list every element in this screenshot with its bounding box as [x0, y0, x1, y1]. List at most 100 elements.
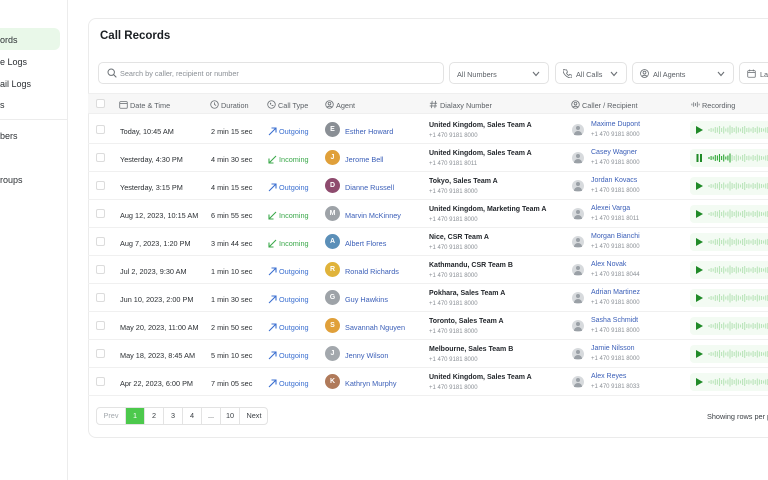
- play-icon[interactable]: [696, 126, 703, 134]
- waveform-icon[interactable]: [708, 236, 768, 248]
- recording-player[interactable]: [690, 233, 768, 251]
- page-1-button[interactable]: 1: [126, 408, 145, 424]
- page-10-button[interactable]: 10: [221, 408, 240, 424]
- recording-player[interactable]: [690, 121, 768, 139]
- recording-player[interactable]: [690, 261, 768, 279]
- select-all-checkbox[interactable]: [96, 99, 105, 108]
- dialaxy-team: Tokyo, Sales Team A: [429, 178, 498, 185]
- sidebar-item-numbers[interactable]: bers: [0, 131, 60, 143]
- page-2-button[interactable]: 2: [145, 408, 164, 424]
- agent-name-link[interactable]: Jerome Bell: [345, 155, 384, 164]
- pause-icon[interactable]: [696, 154, 703, 162]
- table-row[interactable]: Apr 22, 2023, 6:00 PM 7 min 05 sec Outgoin…: [88, 368, 768, 396]
- table-row[interactable]: Yesterday, 3:15 PM 4 min 15 sec Outgoing D D…: [88, 172, 768, 200]
- prev-button[interactable]: Prev: [97, 408, 126, 424]
- agent-name-link[interactable]: Savannah Nguyen: [345, 323, 405, 332]
- search-input[interactable]: [120, 66, 420, 80]
- page-3-button[interactable]: 3: [164, 408, 183, 424]
- table-row[interactable]: Today, 10:45 AM 2 min 15 sec Outgoing E Esth…: [88, 116, 768, 144]
- row-checkbox[interactable]: [96, 349, 105, 358]
- datetime-cell: Apr 22, 2023, 6:00 PM: [120, 379, 194, 388]
- waveform-icon[interactable]: [708, 292, 768, 304]
- sidebar-item-contacts[interactable]: s: [0, 100, 60, 112]
- datetime-cell: May 20, 2023, 11:00 AM: [120, 323, 199, 332]
- row-checkbox[interactable]: [96, 293, 105, 302]
- caller-name-link[interactable]: Alex Novak: [591, 261, 626, 268]
- table-row[interactable]: May 20, 2023, 11:00 AM 2 min 50 sec Outgoi…: [88, 312, 768, 340]
- caller-name-link[interactable]: Alex Reyes: [591, 373, 626, 380]
- waveform-icon[interactable]: [708, 124, 768, 136]
- caller-name-link[interactable]: Maxime Dupont: [591, 121, 640, 128]
- agent-name-link[interactable]: Albert Flores: [345, 239, 386, 248]
- play-icon[interactable]: [696, 378, 703, 386]
- calls-filter[interactable]: All Calls: [555, 62, 627, 84]
- row-checkbox[interactable]: [96, 237, 105, 246]
- waveform-icon[interactable]: [708, 376, 768, 388]
- row-checkbox[interactable]: [96, 321, 105, 330]
- waveform-icon[interactable]: [708, 180, 768, 192]
- play-icon[interactable]: [696, 294, 703, 302]
- waveform-icon[interactable]: [708, 348, 768, 360]
- row-checkbox[interactable]: [96, 377, 105, 386]
- sidebar-item-groups[interactable]: roups: [0, 175, 60, 187]
- datetime-cell: Jul 2, 2023, 9:30 AM: [120, 267, 187, 276]
- table-row[interactable]: Jul 2, 2023, 9:30 AM 1 min 10 sec Outgoing…: [88, 256, 768, 284]
- play-icon[interactable]: [696, 182, 703, 190]
- row-checkbox[interactable]: [96, 125, 105, 134]
- calltype-label: Incoming: [279, 211, 309, 220]
- recording-player[interactable]: [690, 373, 768, 391]
- sidebar-item-label: bers: [0, 131, 18, 141]
- row-checkbox[interactable]: [96, 153, 105, 162]
- date-filter[interactable]: La: [739, 62, 768, 84]
- agent-name-link[interactable]: Kathryn Murphy: [345, 379, 397, 388]
- numbers-filter[interactable]: All Numbers: [449, 62, 549, 84]
- waveform-icon[interactable]: [708, 320, 768, 332]
- agent-name-link[interactable]: Jenny Wilson: [345, 351, 388, 360]
- play-icon[interactable]: [696, 322, 703, 330]
- sidebar-item-voice-logs[interactable]: e Logs: [0, 57, 60, 69]
- play-icon[interactable]: [696, 350, 703, 358]
- next-button[interactable]: Next: [240, 408, 268, 424]
- row-checkbox[interactable]: [96, 209, 105, 218]
- recording-player[interactable]: [690, 289, 768, 307]
- table-row[interactable]: May 18, 2023, 8:45 AM 5 min 10 sec Outgoin…: [88, 340, 768, 368]
- page-4-button[interactable]: 4: [183, 408, 202, 424]
- sidebar: ords e Logs ail Logs s bers roups: [0, 0, 68, 480]
- agent-name-link[interactable]: Ronald Richards: [345, 267, 399, 276]
- recording-player[interactable]: [690, 345, 768, 363]
- agent-name-link[interactable]: Dianne Russell: [345, 183, 394, 192]
- caller-name-link[interactable]: Morgan Bianchi: [591, 233, 640, 240]
- recording-player[interactable]: [690, 317, 768, 335]
- caller-name-link[interactable]: Sasha Schmidt: [591, 317, 638, 324]
- sidebar-item-email-logs[interactable]: ail Logs: [0, 79, 60, 91]
- sidebar-item-call-records[interactable]: ords: [0, 28, 60, 50]
- caller-name-link[interactable]: Casey Wagner: [591, 149, 637, 156]
- caller-phone: +1 470 9181 8011: [591, 216, 640, 222]
- agent-name-link[interactable]: Marvin McKinney: [345, 211, 401, 220]
- recording-player[interactable]: [690, 149, 768, 167]
- waveform-icon[interactable]: [708, 264, 768, 276]
- agent-name-link[interactable]: Esther Howard: [345, 127, 393, 136]
- play-icon[interactable]: [696, 210, 703, 218]
- table-row[interactable]: Yesterday, 4:30 PM 4 min 30 sec Incoming J J…: [88, 144, 768, 172]
- recording-player[interactable]: [690, 177, 768, 195]
- agents-filter[interactable]: All Agents: [632, 62, 734, 84]
- play-icon[interactable]: [696, 238, 703, 246]
- caller-name-link[interactable]: Jordan Kovacs: [591, 177, 637, 184]
- datetime-cell: Aug 7, 2023, 1:20 PM: [120, 239, 191, 248]
- caller-name-link[interactable]: Alexei Varga: [591, 205, 630, 212]
- waveform-icon[interactable]: [708, 208, 768, 220]
- row-checkbox[interactable]: [96, 181, 105, 190]
- header-datetime-label: Date & Time: [130, 101, 171, 110]
- caller-name-link[interactable]: Jamie Nilsson: [591, 345, 635, 352]
- waveform-icon[interactable]: [708, 152, 768, 164]
- caller-phone: +1 470 9181 8044: [591, 272, 640, 278]
- recording-player[interactable]: [690, 205, 768, 223]
- caller-name-link[interactable]: Adrian Martinez: [591, 289, 640, 296]
- play-icon[interactable]: [696, 266, 703, 274]
- table-row[interactable]: Jun 10, 2023, 2:00 PM 1 min 30 sec Outgoin…: [88, 284, 768, 312]
- agent-name-link[interactable]: Guy Hawkins: [345, 295, 388, 304]
- table-row[interactable]: Aug 12, 2023, 10:15 AM 6 min 55 sec Incomi…: [88, 200, 768, 228]
- table-row[interactable]: Aug 7, 2023, 1:20 PM 3 min 44 sec Incoming…: [88, 228, 768, 256]
- row-checkbox[interactable]: [96, 265, 105, 274]
